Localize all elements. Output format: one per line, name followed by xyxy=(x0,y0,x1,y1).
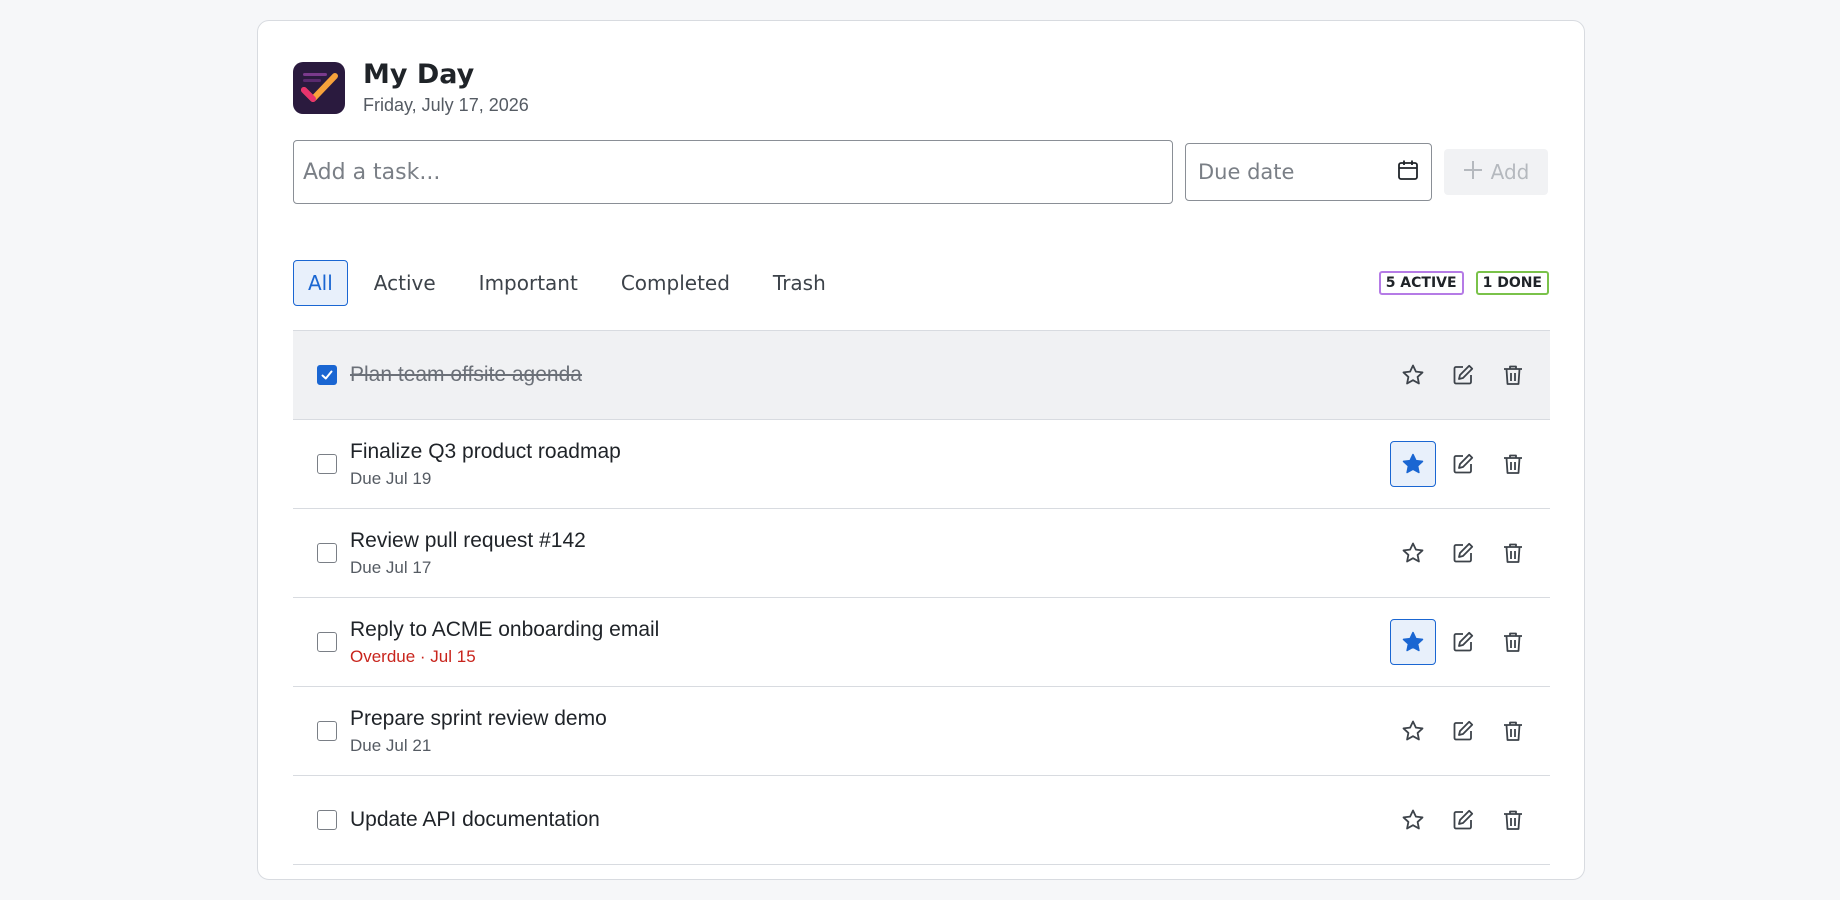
add-button[interactable]: Add xyxy=(1444,149,1548,195)
task-due: Due Jul 21 xyxy=(350,736,432,755)
trash-icon[interactable] xyxy=(1490,708,1536,754)
task-title: Plan team offsite agenda xyxy=(350,363,582,386)
edit-icon[interactable] xyxy=(1440,708,1486,754)
task-checkbox[interactable] xyxy=(317,632,337,652)
star-icon[interactable] xyxy=(1390,352,1436,398)
todo-card: My Day Friday, July 17, 2026 Due date xyxy=(257,20,1585,880)
task-checkbox[interactable] xyxy=(317,543,337,563)
filter-tabs: All Active Important Completed Trash xyxy=(293,260,852,306)
done-count-badge: 1 DONE xyxy=(1475,271,1549,295)
task-checkbox[interactable] xyxy=(317,365,337,385)
task-title: Review pull request #142 xyxy=(350,529,586,552)
star-filled-icon[interactable] xyxy=(1390,441,1436,487)
tab-active[interactable]: Active xyxy=(357,260,453,306)
task-due-overdue: Overdue · Jul 15 xyxy=(350,647,476,666)
task-title: Finalize Q3 product roadmap xyxy=(350,440,621,463)
task-title: Update API documentation xyxy=(350,808,600,831)
page-title: My Day xyxy=(363,59,475,90)
page-date: Friday, July 17, 2026 xyxy=(363,95,529,115)
add-task-form: Due date Add xyxy=(293,140,1548,204)
task-checkbox[interactable] xyxy=(317,810,337,830)
tab-trash[interactable]: Trash xyxy=(756,260,843,306)
trash-icon[interactable] xyxy=(1490,352,1536,398)
app-logo-icon xyxy=(293,61,345,114)
task-input[interactable] xyxy=(293,140,1173,204)
plus-icon xyxy=(1463,160,1483,185)
task-row: Update API documentation xyxy=(293,776,1550,865)
trash-icon[interactable] xyxy=(1490,530,1536,576)
task-checkbox[interactable] xyxy=(317,721,337,741)
calendar-icon[interactable] xyxy=(1397,159,1419,186)
add-button-label: Add xyxy=(1490,160,1530,184)
edit-icon[interactable] xyxy=(1440,530,1486,576)
edit-icon[interactable] xyxy=(1440,352,1486,398)
tab-completed[interactable]: Completed xyxy=(604,260,747,306)
task-row: Plan team offsite agenda xyxy=(293,331,1550,420)
task-list: Plan team offsite agenda Finalize Q3 pro… xyxy=(293,330,1550,865)
task-row: Reply to ACME onboarding email Overdue ·… xyxy=(293,598,1550,687)
trash-icon[interactable] xyxy=(1490,797,1536,843)
active-count-badge: 5 ACTIVE xyxy=(1378,271,1464,295)
edit-icon[interactable] xyxy=(1440,441,1486,487)
tab-all[interactable]: All xyxy=(293,260,348,306)
trash-icon[interactable] xyxy=(1490,619,1536,665)
task-row: Review pull request #142 Due Jul 17 xyxy=(293,509,1550,598)
task-title: Reply to ACME onboarding email xyxy=(350,618,660,641)
star-icon[interactable] xyxy=(1390,797,1436,843)
task-row: Finalize Q3 product roadmap Due Jul 19 xyxy=(293,420,1550,509)
task-title: Prepare sprint review demo xyxy=(350,707,607,730)
star-filled-icon[interactable] xyxy=(1390,619,1436,665)
task-due: Due Jul 19 xyxy=(350,469,432,488)
star-icon[interactable] xyxy=(1390,708,1436,754)
edit-icon[interactable] xyxy=(1440,619,1486,665)
trash-icon[interactable] xyxy=(1490,441,1536,487)
header: My Day Friday, July 17, 2026 xyxy=(293,59,529,116)
due-date-placeholder: Due date xyxy=(1198,160,1295,184)
task-row: Prepare sprint review demo Due Jul 21 xyxy=(293,687,1550,776)
tab-important[interactable]: Important xyxy=(462,260,595,306)
due-date-field[interactable]: Due date xyxy=(1185,143,1432,201)
stats-badges: 5 ACTIVE 1 DONE xyxy=(1378,271,1549,295)
task-checkbox[interactable] xyxy=(317,454,337,474)
task-due: Due Jul 17 xyxy=(350,558,432,577)
edit-icon[interactable] xyxy=(1440,797,1486,843)
star-icon[interactable] xyxy=(1390,530,1436,576)
